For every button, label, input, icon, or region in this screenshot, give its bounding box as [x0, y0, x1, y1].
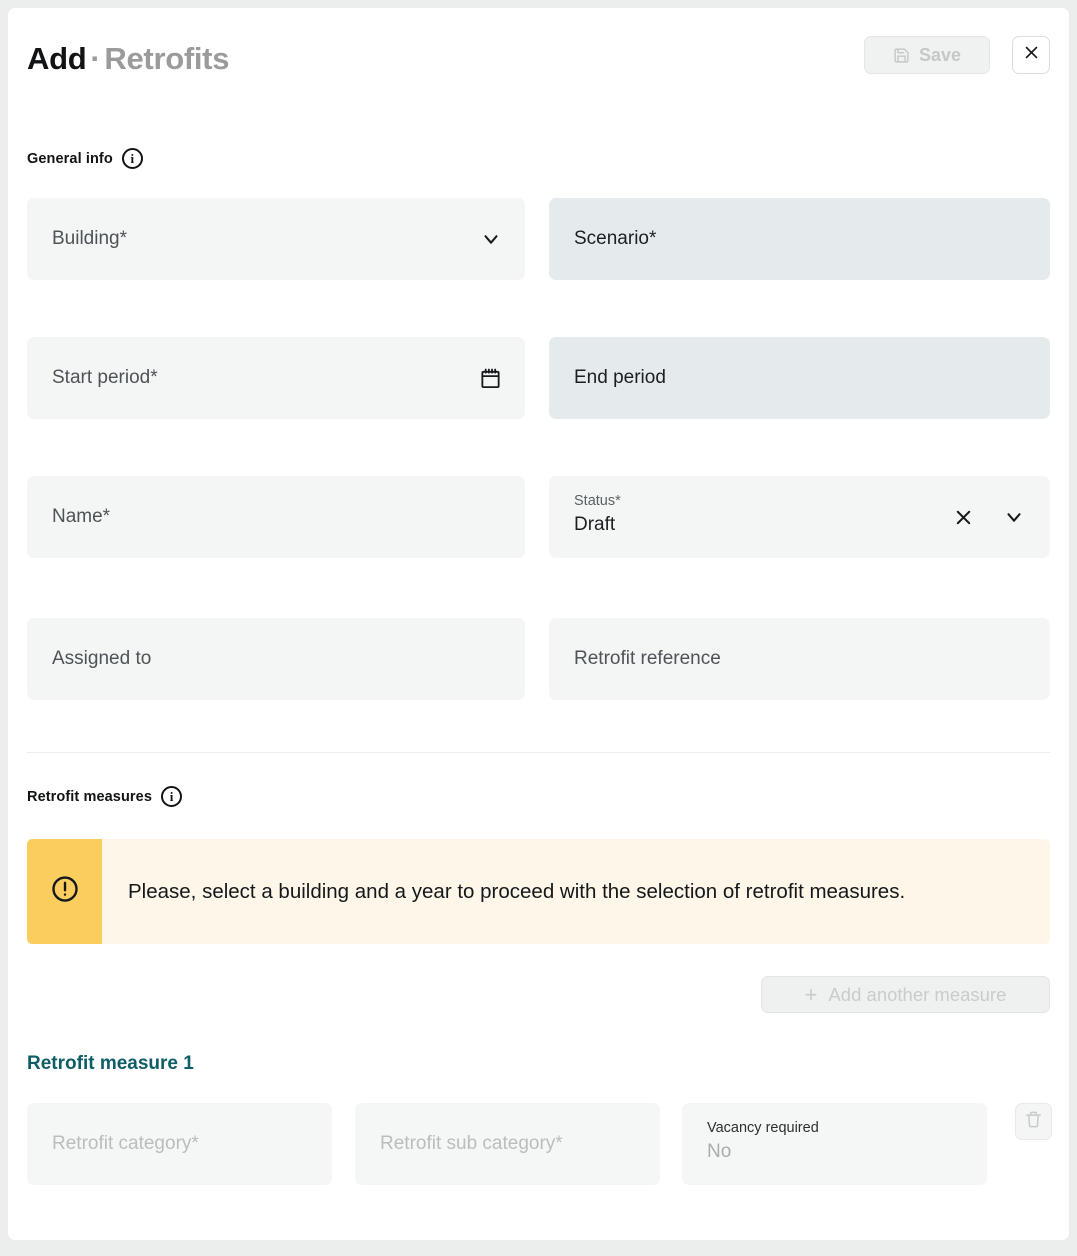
field-building[interactable]: Building* — [27, 198, 525, 280]
field-retrofit-sub-category[interactable]: Retrofit sub category* — [355, 1103, 660, 1185]
save-button[interactable]: Save — [864, 36, 990, 74]
section-divider — [27, 752, 1050, 753]
field-name[interactable]: Name* — [27, 476, 525, 558]
warning-banner-strip — [27, 839, 102, 944]
field-end-period-label: End period — [574, 367, 666, 388]
field-retrofit-reference-label: Retrofit reference — [574, 648, 721, 669]
field-name-label: Name* — [52, 506, 111, 527]
field-vacancy-required-label: Vacancy required — [707, 1120, 819, 1136]
field-vacancy-required[interactable]: Vacancy required No — [682, 1103, 987, 1185]
field-retrofit-category[interactable]: Retrofit category* — [27, 1103, 332, 1185]
field-status[interactable]: Status* Draft — [549, 476, 1050, 558]
add-another-measure-button[interactable]: + Add another measure — [761, 976, 1050, 1013]
page-title-sub: Retrofits — [104, 41, 230, 76]
field-retrofit-reference[interactable]: Retrofit reference — [549, 618, 1050, 700]
field-building-label: Building* — [52, 228, 127, 249]
field-start-period-label: Start period* — [52, 367, 158, 388]
field-status-value: Draft — [574, 514, 616, 535]
warning-banner: Please, select a building and a year to … — [27, 839, 1050, 944]
chevron-down-icon[interactable] — [480, 228, 502, 250]
page-title: Add · Retrofits — [27, 41, 229, 77]
save-button-label: Save — [918, 44, 962, 65]
dialog-header: Add · Retrofits Save — [8, 8, 1069, 118]
chevron-down-icon[interactable] — [1003, 506, 1025, 528]
field-retrofit-category-label: Retrofit category* — [52, 1133, 199, 1154]
plus-icon: + — [804, 981, 818, 1007]
close-icon — [1023, 44, 1040, 66]
add-another-measure-label: Add another measure — [828, 983, 1007, 1005]
close-button[interactable] — [1012, 36, 1050, 74]
field-retrofit-sub-category-label: Retrofit sub category* — [380, 1133, 563, 1154]
retrofit-measures-heading: Retrofit measures i — [27, 786, 182, 807]
delete-measure-button[interactable] — [1015, 1103, 1052, 1140]
app-root: Add · Retrofits Save General info i Buil… — [0, 0, 1077, 1256]
calendar-icon[interactable] — [479, 367, 502, 390]
warning-banner-text: Please, select a building and a year to … — [128, 879, 906, 903]
general-info-heading: General info i — [27, 148, 143, 169]
field-assigned-to-label: Assigned to — [52, 648, 152, 669]
retrofit-measures-label: Retrofit measures — [27, 788, 152, 805]
page-title-separator: · — [90, 41, 101, 76]
alert-circle-icon — [50, 874, 80, 909]
field-assigned-to[interactable]: Assigned to — [27, 618, 525, 700]
page-title-main: Add — [27, 41, 87, 76]
field-start-period[interactable]: Start period* — [27, 337, 525, 419]
clear-icon[interactable] — [953, 507, 974, 528]
field-vacancy-required-value: No — [707, 1141, 732, 1162]
field-scenario[interactable]: Scenario* — [549, 198, 1050, 280]
general-info-label: General info — [27, 150, 113, 167]
field-status-label: Status* — [574, 493, 621, 509]
info-circle-icon[interactable]: i — [161, 786, 182, 807]
retrofit-measure-1-title: Retrofit measure 1 — [27, 1053, 194, 1074]
trash-icon — [1024, 1110, 1043, 1134]
field-scenario-label: Scenario* — [574, 228, 657, 249]
field-end-period[interactable]: End period — [549, 337, 1050, 419]
add-retrofits-dialog: Add · Retrofits Save General info i Buil… — [8, 8, 1069, 1240]
save-floppy-icon — [893, 47, 910, 64]
info-circle-icon[interactable]: i — [121, 148, 143, 169]
